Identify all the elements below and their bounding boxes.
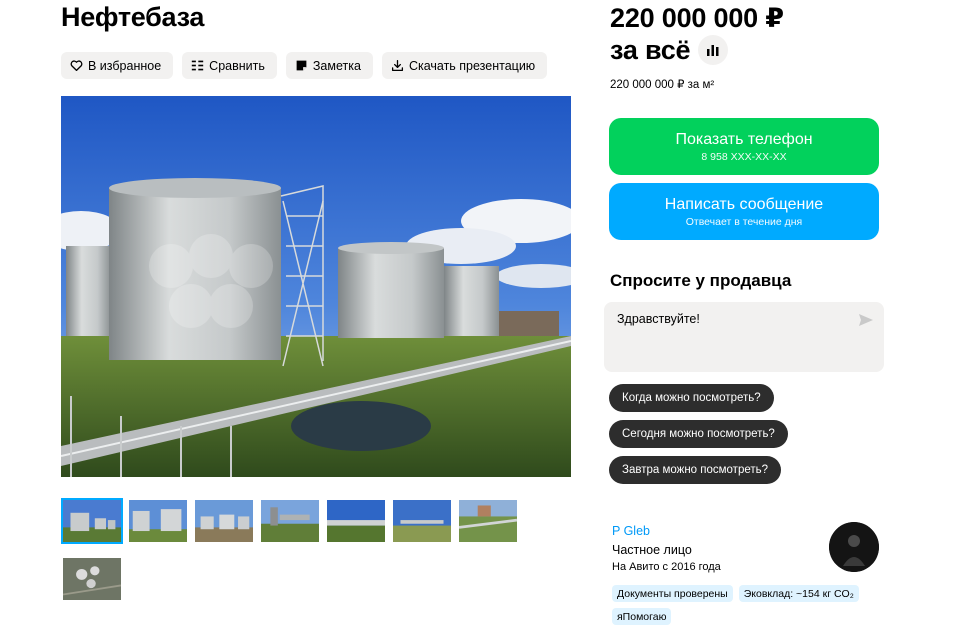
badge-eco-contribution: Эковклад: ~154 кг CO₂ xyxy=(738,585,859,602)
bar-chart-icon xyxy=(707,45,719,56)
masked-phone: 8 958 XXX-XX-XX xyxy=(701,150,787,163)
price-amount: 220 000 000 ₽ xyxy=(610,3,784,33)
show-phone-label: Показать телефон xyxy=(675,130,813,148)
favorite-label: В избранное xyxy=(88,58,162,73)
ask-seller-title: Спросите у продавца xyxy=(610,271,792,290)
price: 220 000 000 ₽ за всё xyxy=(610,2,784,66)
compare-label: Сравнить xyxy=(209,58,265,73)
listing-actions: В избранное Сравнить Заметка Скачать пре… xyxy=(61,52,548,79)
write-message-label: Написать сообщение xyxy=(664,195,824,213)
quick-questions: Когда можно посмотреть? Сегодня можно по… xyxy=(609,384,788,484)
heart-icon xyxy=(70,60,83,72)
thumbnail[interactable] xyxy=(193,498,255,544)
download-icon xyxy=(391,59,403,72)
main-photo[interactable] xyxy=(61,96,571,477)
badge-documents-verified: Документы проверены xyxy=(612,585,733,602)
thumbnail[interactable] xyxy=(259,498,321,544)
badge-ya-pomogayu: яПомогаю xyxy=(612,608,672,625)
price-scope: за всё xyxy=(610,35,691,65)
seller-type: Частное лицо xyxy=(612,543,692,557)
quick-question-chip[interactable]: Сегодня можно посмотреть? xyxy=(609,420,788,448)
thumbnail[interactable] xyxy=(61,498,123,544)
quick-question-chip[interactable]: Завтра можно посмотреть? xyxy=(609,456,782,484)
show-phone-button[interactable]: Показать телефон 8 958 XXX-XX-XX xyxy=(609,118,879,175)
seller-name-link[interactable]: P Gleb xyxy=(612,524,650,538)
page-title: Нефтебаза xyxy=(61,2,205,32)
seller-avatar[interactable] xyxy=(829,522,879,572)
seller-since: На Авито с 2016 года xyxy=(612,561,721,573)
ask-seller-input-value: Здравствуйте! xyxy=(617,312,700,326)
thumbnail[interactable] xyxy=(61,556,123,602)
thumbnail[interactable] xyxy=(391,498,453,544)
response-time: Отвечает в течение дня xyxy=(685,215,803,228)
note-icon xyxy=(296,60,307,71)
thumbnail[interactable] xyxy=(457,498,519,544)
note-label: Заметка xyxy=(312,58,361,73)
download-presentation-button[interactable]: Скачать презентацию xyxy=(381,52,548,79)
compare-icon xyxy=(191,60,204,71)
quick-question-chip[interactable]: Когда можно посмотреть? xyxy=(609,384,774,412)
compare-button[interactable]: Сравнить xyxy=(182,52,277,79)
thumbnail[interactable] xyxy=(325,498,387,544)
price-per-sqm: 220 000 000 ₽ за м² xyxy=(610,79,715,91)
seller-badges: Документы проверены Эковклад: ~154 кг CO… xyxy=(612,585,892,625)
write-message-button[interactable]: Написать сообщение Отвечает в течение дн… xyxy=(609,183,879,240)
price-stats-button[interactable] xyxy=(698,35,729,65)
download-label: Скачать презентацию xyxy=(408,58,536,73)
ask-seller-input[interactable]: Здравствуйте! xyxy=(604,302,884,372)
thumbnail[interactable] xyxy=(127,498,189,544)
note-button[interactable]: Заметка xyxy=(285,52,373,79)
photo-thumbnails xyxy=(61,498,531,602)
send-icon[interactable] xyxy=(858,312,874,328)
favorite-button[interactable]: В избранное xyxy=(61,52,174,79)
